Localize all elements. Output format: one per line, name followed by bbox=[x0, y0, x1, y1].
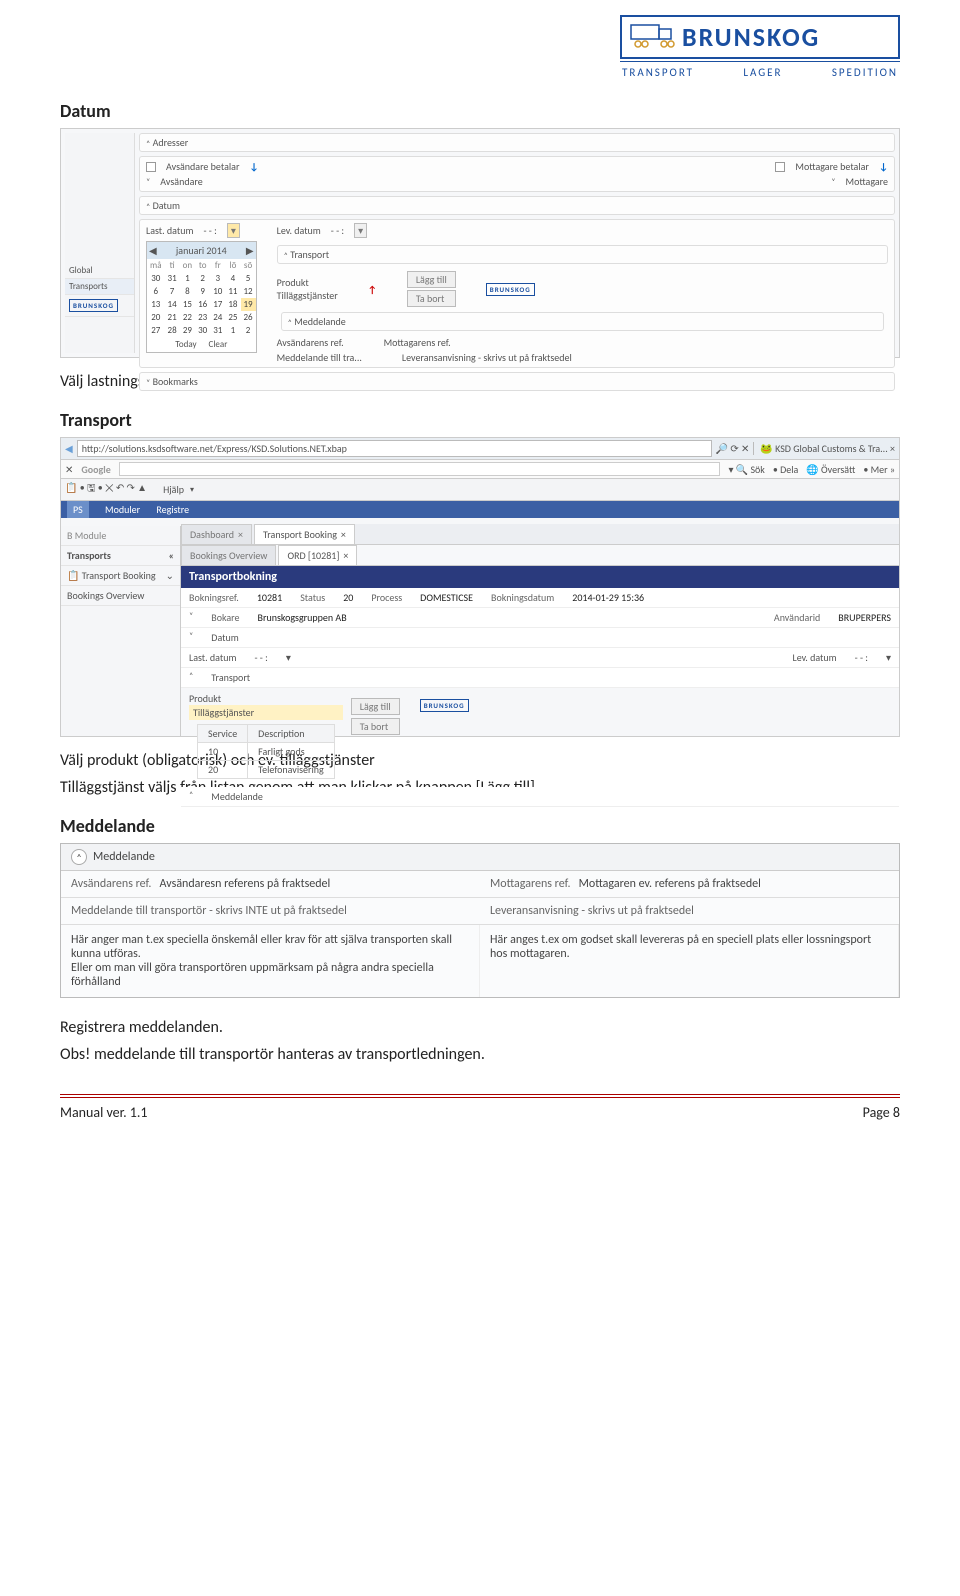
subtab-ord[interactable]: ORD [10281]× bbox=[278, 545, 357, 565]
produkt-label: Produkt bbox=[277, 276, 338, 289]
lagg-till-button-2[interactable]: Lägg till bbox=[351, 698, 400, 715]
footer-page: Page 8 bbox=[863, 1104, 900, 1121]
mottagare-betalar-label: Mottagare betalar bbox=[795, 160, 869, 173]
url-bar[interactable]: http://solutions.ksdsoftware.net/Express… bbox=[77, 440, 712, 457]
heading-datum: Datum bbox=[60, 100, 900, 122]
panel-transport-1[interactable]: Transport bbox=[290, 248, 329, 261]
tab-transport-booking[interactable]: Transport Booking× bbox=[254, 524, 355, 544]
ribbon-ps[interactable]: PS bbox=[67, 501, 89, 518]
right-col-header: Leveransanvisning - skrivs ut på fraktse… bbox=[480, 898, 899, 924]
left-col-header: Meddelande till transportör - skrivs INT… bbox=[61, 898, 480, 924]
screenshot-meddelande: ˄ Meddelande Avsändarens ref. Avsändares… bbox=[60, 843, 900, 998]
logo-sub-1: TRANSPORT bbox=[622, 66, 694, 79]
brand-logo: BRUNSKOG TRANSPORT LAGER SPEDITION bbox=[620, 15, 900, 79]
meddelande-panel-title: Meddelande bbox=[93, 850, 155, 864]
nav-back-icon[interactable]: ◀ bbox=[65, 442, 73, 455]
panel-meddelande-1[interactable]: Meddelande bbox=[294, 315, 346, 328]
calendar-trigger[interactable]: ▾ bbox=[227, 223, 240, 238]
avsandare-drop[interactable]: Avsändare bbox=[160, 175, 202, 188]
calendar-today[interactable]: Today bbox=[175, 339, 196, 350]
side-global[interactable]: Global bbox=[65, 263, 134, 279]
text-obs: Obs! meddelande till transportör hantera… bbox=[60, 1045, 900, 1064]
side-bmodule: B Module bbox=[61, 526, 180, 546]
mot-ref-label-1: Mottagarens ref. bbox=[384, 336, 451, 349]
avs-ref-value[interactable]: Avsändaresn referens på fraktsedel bbox=[160, 877, 331, 891]
ribbon-moduler[interactable]: Moduler bbox=[105, 503, 140, 516]
lev-datum-label: Lev. datum bbox=[277, 224, 321, 237]
service-table[interactable]: ServiceDescription 10Farligt gods 20Tele… bbox=[197, 724, 335, 779]
avsandare-betalar-label: Avsändare betalar bbox=[166, 160, 239, 173]
footer-version: Manual ver. 1.1 bbox=[60, 1104, 148, 1121]
truck-icon bbox=[630, 24, 676, 50]
text-registrera: Registrera meddelanden. bbox=[60, 1018, 900, 1037]
mot-ref-label: Mottagarens ref. bbox=[490, 877, 570, 891]
side-transports-2[interactable]: Transports« bbox=[61, 546, 180, 566]
calendar-days-row: måtiontofrlösö bbox=[147, 259, 256, 272]
panel-datum[interactable]: Datum bbox=[153, 199, 180, 212]
bluebar-title: Transportbokning bbox=[181, 566, 899, 588]
mini-logo-1: BRUNSKOG bbox=[486, 283, 535, 296]
logo-sub-2: LAGER bbox=[743, 66, 782, 79]
table-row: 10Farligt gods bbox=[198, 743, 335, 761]
panel-adresser[interactable]: Adresser bbox=[153, 136, 189, 149]
ta-bort-button-2[interactable]: Ta bort bbox=[351, 718, 400, 735]
collapse-icon[interactable]: ˄ bbox=[71, 849, 87, 865]
google-search-input[interactable] bbox=[119, 462, 721, 476]
help-menu[interactable]: Hjälp bbox=[163, 483, 184, 496]
ribbon-registre[interactable]: Registre bbox=[156, 503, 189, 516]
heading-transport: Transport bbox=[60, 409, 900, 431]
calendar-month: januari 2014 bbox=[176, 244, 227, 257]
heading-meddelande: Meddelande bbox=[60, 815, 900, 837]
screenshot-transport: ◀ http://solutions.ksdsoftware.net/Expre… bbox=[60, 437, 900, 737]
side-transport-booking[interactable]: 📋 Transport Booking ⌄ bbox=[61, 566, 180, 586]
subtab-bookings-overview[interactable]: Bookings Overview bbox=[181, 545, 276, 565]
side-bookings-overview[interactable]: Bookings Overview bbox=[61, 586, 180, 606]
side-mini-logo: BRUNSKOG bbox=[69, 299, 118, 312]
browser-tab[interactable]: KSD Global Customs & Tra... bbox=[775, 442, 888, 455]
lagg-till-button-1[interactable]: Lägg till bbox=[407, 271, 456, 288]
calendar-popup[interactable]: ◀januari 2014▶ måtiontofrlösö 303112345 … bbox=[146, 241, 257, 353]
avsandare-betalar-check[interactable] bbox=[146, 162, 156, 172]
mottagare-drop[interactable]: Mottagare bbox=[846, 175, 888, 188]
avs-ref-label: Avsändarens ref. bbox=[71, 877, 151, 891]
screenshot-datum: Global Transports BRUNSKOG ˄ Adresser Av… bbox=[60, 128, 900, 358]
tillagg-input[interactable]: Tilläggstjänster bbox=[189, 705, 343, 720]
tillagg-label: Tilläggstjänster bbox=[277, 289, 338, 302]
medd-till-label: Meddelande till tra... bbox=[277, 351, 362, 364]
side-transports[interactable]: Transports bbox=[65, 279, 134, 295]
mottagare-betalar-check[interactable] bbox=[775, 162, 785, 172]
calendar-clear[interactable]: Clear bbox=[209, 339, 228, 350]
google-label: Google bbox=[81, 463, 110, 476]
left-col-body[interactable]: Här anger man t.ex speciella önskemål el… bbox=[61, 925, 480, 997]
logo-text: BRUNSKOG bbox=[682, 21, 820, 53]
lev-anv-label: Leveransanvisning - skrivs ut på fraktse… bbox=[402, 351, 572, 364]
right-col-body[interactable]: Här anges t.ex om godset skall levereras… bbox=[480, 925, 899, 997]
mot-ref-value[interactable]: Mottagaren ev. referens på fraktsedel bbox=[579, 877, 761, 891]
last-datum-label: Last. datum bbox=[146, 224, 193, 237]
avs-ref-label-1: Avsändarens ref. bbox=[277, 336, 344, 349]
logo-sub-3: SPEDITION bbox=[832, 66, 898, 79]
table-row: 20Telefonavisering bbox=[198, 761, 335, 779]
panel-bookmarks[interactable]: Bookmarks bbox=[153, 375, 198, 388]
ta-bort-button-1[interactable]: Ta bort bbox=[407, 290, 456, 307]
mini-logo-2: BRUNSKOG bbox=[420, 699, 469, 712]
tab-dashboard[interactable]: Dashboard× bbox=[181, 524, 252, 544]
